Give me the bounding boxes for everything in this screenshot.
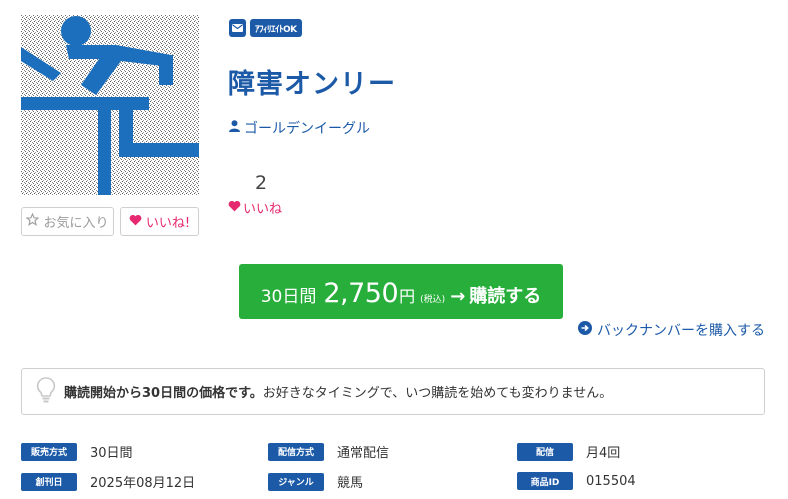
- meta-label: 配信: [517, 442, 573, 461]
- meta-launch-date: 創刊日 2025年08月12日: [21, 472, 195, 491]
- meta-label: ジャンル: [268, 472, 324, 491]
- like-button[interactable]: いいね!: [120, 207, 199, 236]
- star-icon: [26, 212, 40, 230]
- circle-arrow-right-icon: [578, 321, 592, 339]
- meta-label: 販売方式: [21, 442, 77, 461]
- meta-label: 配信方式: [268, 442, 324, 461]
- back-number-label: バックナンバーを購入する: [597, 323, 765, 339]
- subscribe-yen: 円: [399, 287, 416, 306]
- subscribe-action: 購読する: [469, 286, 542, 307]
- meta-genre: ジャンル 競馬: [268, 472, 363, 491]
- badge-row: ｱﾌｨﾘｴｲﾄOK: [229, 19, 302, 37]
- like-button-label: いいね!: [145, 216, 191, 231]
- heart-icon: [228, 200, 241, 216]
- back-number-link[interactable]: バックナンバーを購入する: [578, 320, 765, 340]
- notice-text: 購読開始から30日間の価格です。お好きなタイミングで、いつ購読を始めても変わりま…: [64, 382, 612, 401]
- like-label: いいね: [228, 198, 282, 217]
- meta-value: 2025年08月12日: [90, 476, 196, 491]
- affiliate-badge: ｱﾌｨﾘｴｲﾄOK: [250, 19, 302, 37]
- meta-sales-method: 販売方式 30日間: [21, 442, 133, 461]
- subscribe-button[interactable]: 30日間 2,750 円 (税込) → 購読する: [239, 264, 563, 319]
- meta-delivery-frequency: 配信 月4回: [517, 442, 620, 461]
- mail-icon: [229, 19, 246, 37]
- favorite-button[interactable]: お気に入り: [21, 207, 114, 236]
- meta-value: 30日間: [90, 446, 133, 461]
- subscribe-price: 2,750: [323, 278, 399, 309]
- author-link[interactable]: ゴールデンイーグル: [229, 118, 370, 138]
- price-notice: 購読開始から30日間の価格です。お好きなタイミングで、いつ購読を始めても変わりま…: [21, 368, 765, 415]
- subscribe-tax: (税込): [420, 295, 446, 305]
- meta-delivery-method: 配信方式 通常配信: [268, 442, 389, 461]
- subscribe-days: 30日間: [260, 287, 317, 307]
- arrow-right-icon: →: [450, 286, 466, 307]
- notice-regular-text: お好きなタイミングで、いつ購読を始めても変わりません。: [262, 386, 613, 401]
- meta-product-id: 商品ID 015504: [517, 472, 636, 490]
- author-name: ゴールデンイーグル: [244, 121, 370, 137]
- like-count: 2: [255, 172, 268, 194]
- meta-label: 創刊日: [21, 472, 77, 491]
- favorite-button-label: お気に入り: [43, 216, 109, 231]
- lightbulb-icon: [36, 376, 56, 407]
- heart-icon: [129, 214, 142, 230]
- user-icon: [229, 120, 240, 136]
- magazine-title: 障害オンリー: [228, 69, 396, 100]
- magazine-cover-image: [21, 15, 199, 195]
- meta-value: 月4回: [586, 446, 621, 461]
- like-label-text: いいね: [243, 202, 283, 217]
- meta-value: 競馬: [337, 476, 364, 491]
- meta-value: 通常配信: [337, 446, 390, 461]
- notice-bold-text: 購読開始から30日間の価格です。: [64, 386, 263, 401]
- meta-value: 015504: [586, 473, 636, 489]
- meta-label: 商品ID: [517, 472, 573, 490]
